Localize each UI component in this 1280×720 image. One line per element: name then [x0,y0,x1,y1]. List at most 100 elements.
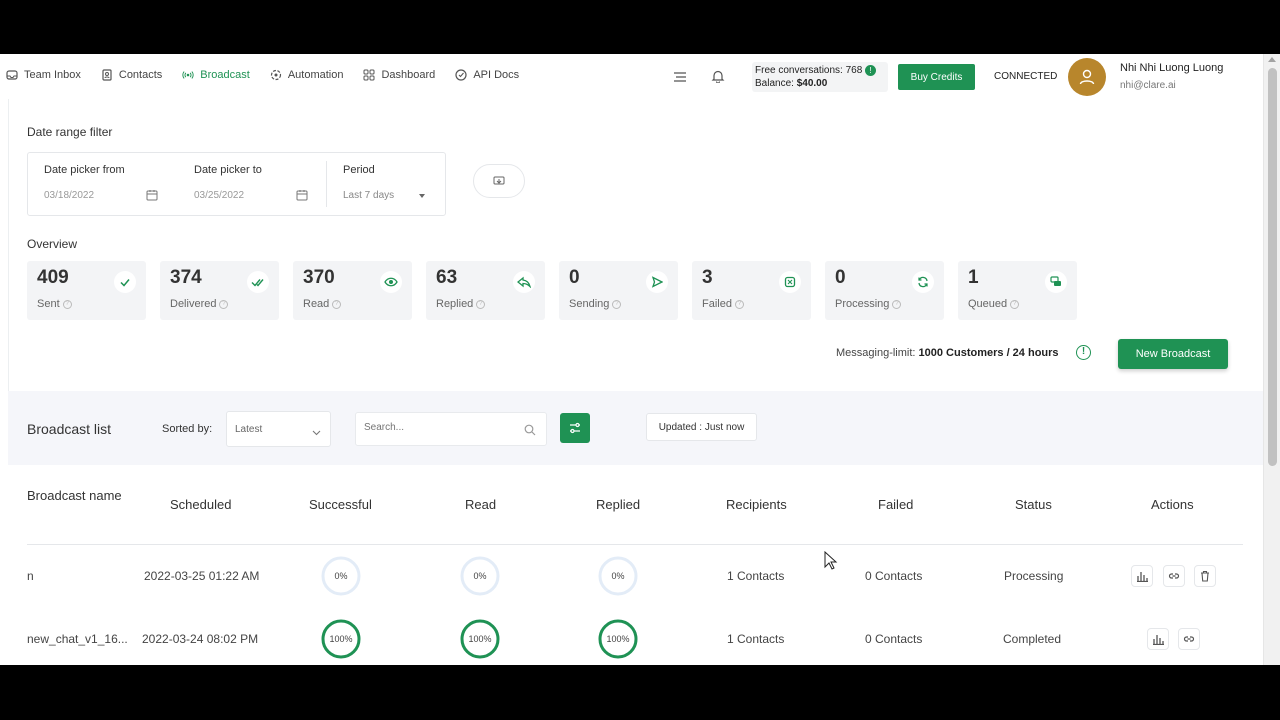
date-to-field[interactable]: Date picker to 03/25/2022 [194,153,324,215]
date-from-value[interactable]: 03/18/2022 [44,190,94,201]
filter-button[interactable] [560,413,590,443]
nav-team-inbox[interactable]: Team Inbox [6,69,81,81]
broadcast-name[interactable]: new_chat_v1_16... [27,632,128,646]
date-to-label: Date picker to [194,164,262,176]
broadcast-list-title: Broadcast list [27,421,112,437]
reply-icon [513,271,535,293]
user-name[interactable]: Nhi Nhi Luong Luong [1120,62,1223,74]
nav-label: Automation [287,69,344,81]
updated-status[interactable]: Updated : Just now [646,413,757,441]
stat-card-read: 370 Read? [293,261,412,320]
stat-value: 3 [702,267,713,288]
failed-count[interactable]: 0 Contacts [865,569,922,583]
chevron-down-icon [312,424,321,442]
search-icon[interactable] [524,423,536,441]
stat-value: 409 [37,267,69,288]
col-header-status[interactable]: Status [1015,497,1052,512]
help-icon[interactable]: ? [219,299,229,309]
scroll-up-icon[interactable] [1268,57,1276,62]
share-button[interactable] [473,164,525,198]
stat-label: Replied [436,298,474,310]
failed-count[interactable]: 0 Contacts [865,632,922,646]
stat-card-processing: 0 Processing? [825,261,944,320]
info-icon[interactable]: ! [865,64,877,76]
date-from-field[interactable]: Date picker from 03/18/2022 [44,153,174,215]
replied-percent: 0% [611,571,625,581]
new-broadcast-button[interactable]: New Broadcast [1118,339,1228,369]
col-header-failed[interactable]: Failed [878,497,913,512]
stat-label: Sent [37,298,60,310]
divider [326,161,327,207]
col-header-scheduled[interactable]: Scheduled [170,497,231,512]
nav-dashboard[interactable]: Dashboard [363,69,435,81]
bell-icon[interactable] [711,69,725,88]
analytics-button[interactable] [1147,628,1169,650]
credits-box: Free conversations: 768 ! Balance: $40.0… [752,62,888,92]
recipients-count[interactable]: 1 Contacts [727,632,784,646]
messaging-limit: Messaging-limit: 1000 Customers / 24 hou… [836,347,1059,359]
help-icon[interactable]: ? [612,299,622,309]
eye-icon [380,271,402,293]
col-header-recipients[interactable]: Recipients [726,497,787,512]
search-box[interactable] [355,412,547,446]
help-icon[interactable]: ? [1010,299,1020,309]
replied-percent: 100% [606,634,630,644]
nav-label: Team Inbox [24,69,81,81]
scrollbar-thumb[interactable] [1268,68,1277,466]
nav-api-docs[interactable]: API Docs [455,69,519,81]
date-filter-title: Date range filter [27,125,113,139]
col-header-successful[interactable]: Successful [309,497,372,512]
info-icon[interactable]: ! [1076,345,1091,360]
inbox-icon [6,69,18,81]
copy-link-button[interactable] [1163,565,1185,587]
calendar-icon[interactable] [296,188,308,206]
copy-link-button[interactable] [1178,628,1200,650]
period-value[interactable]: Last 7 days [343,190,394,201]
link-icon [1183,636,1195,642]
free-conversations: Free conversations: 768 [755,65,863,76]
delete-button[interactable] [1194,565,1216,587]
stat-label: Delivered [170,298,217,310]
help-icon[interactable]: ? [734,299,744,309]
send-icon [646,271,668,293]
calendar-icon[interactable] [146,188,158,206]
stat-value: 0 [835,267,846,288]
avatar[interactable] [1068,58,1106,96]
vertical-scrollbar[interactable] [1263,54,1280,665]
replied-ring: 100% [597,618,639,660]
broadcast-name[interactable]: n [27,569,34,583]
help-icon[interactable]: ? [62,299,72,309]
successful-percent: 100% [329,634,353,644]
successful-ring: 100% [320,618,362,660]
help-icon[interactable]: ? [892,299,902,309]
nav-automation[interactable]: Automation [270,69,344,81]
nav-label: Contacts [118,69,163,81]
nav-contacts[interactable]: Contacts [101,69,162,81]
stat-label: Processing [835,298,890,310]
recipients-count[interactable]: 1 Contacts [727,569,784,583]
read-percent: 0% [473,571,487,581]
date-filter-box: Date picker from 03/18/2022 Date picker … [27,152,446,216]
help-icon[interactable]: ? [332,299,342,309]
analytics-button[interactable] [1131,565,1153,587]
filter-icon [570,422,580,434]
help-icon[interactable]: ? [476,299,486,309]
col-header-read[interactable]: Read [465,497,496,512]
hamburger-menu-icon[interactable] [673,70,687,88]
sort-select[interactable]: Latest [226,411,331,447]
stat-card-failed: 3 Failed? [692,261,811,320]
col-header-replied[interactable]: Replied [596,497,640,512]
buy-credits-button[interactable]: Buy Credits [898,64,975,90]
link-icon [1168,573,1180,579]
stat-label: Failed [702,298,732,310]
date-to-value[interactable]: 03/25/2022 [194,190,244,201]
stat-value: 370 [303,267,335,288]
nav-broadcast[interactable]: Broadcast [182,69,250,81]
period-select[interactable]: Period Last 7 days [343,153,433,215]
dashboard-icon [363,69,375,81]
search-input[interactable] [364,422,514,433]
user-email: nhi@clare.ai [1120,80,1176,91]
broadcast-list-toolbar: Broadcast list Sorted by: Latest Updated… [8,391,1263,465]
stat-label: Read [303,298,330,310]
col-header-broadcast-name[interactable]: Broadcast name [27,488,127,504]
